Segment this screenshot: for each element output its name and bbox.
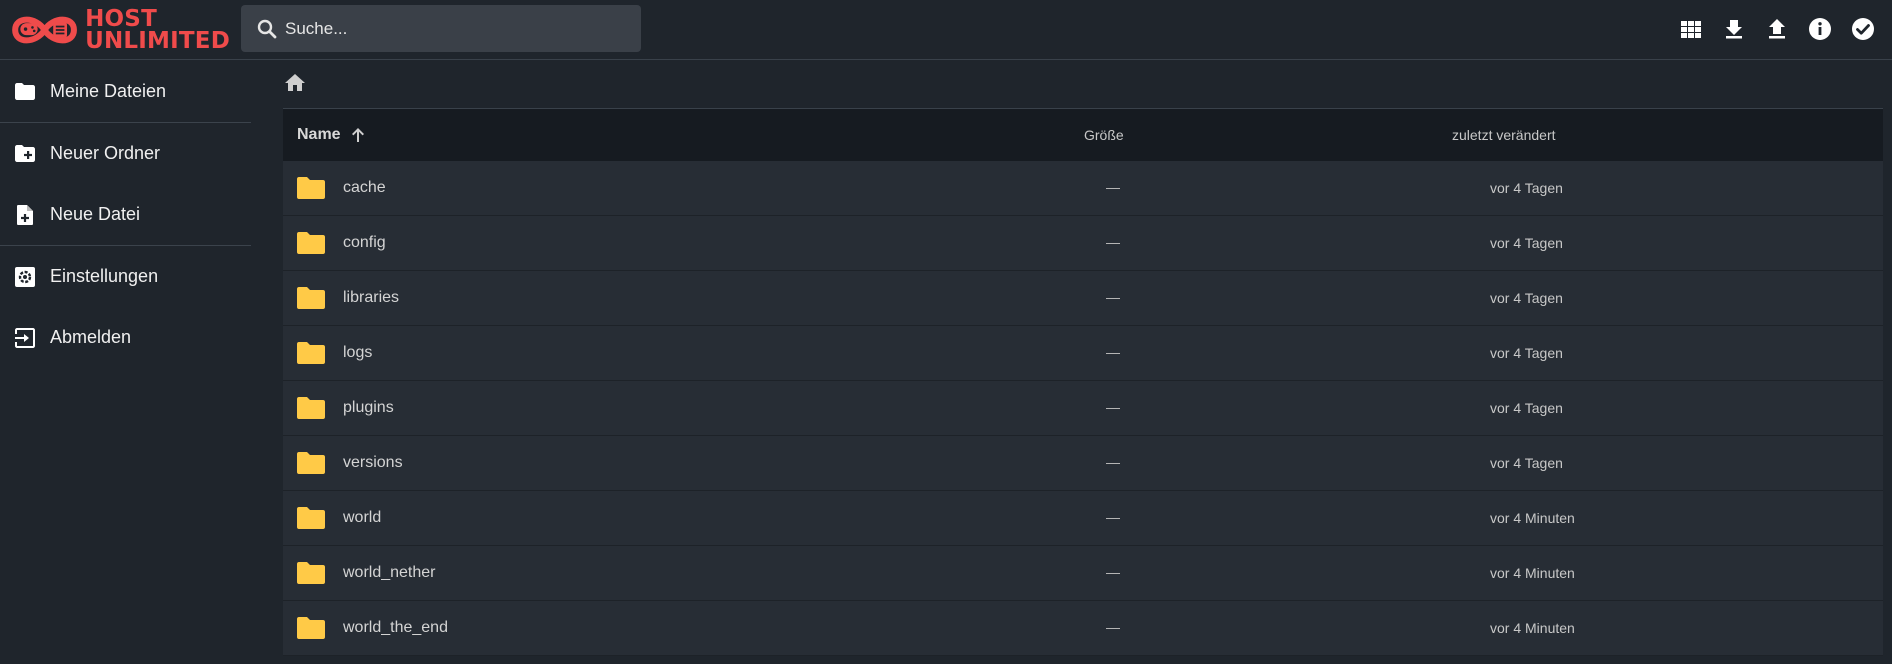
- file-name: world: [343, 509, 382, 526]
- brand-line2: UNLIMITED: [85, 28, 230, 54]
- table-row[interactable]: libraries — vor 4 Tagen: [283, 271, 1883, 326]
- search-box[interactable]: [241, 5, 641, 52]
- file-name: cache: [343, 179, 386, 196]
- sidebar-item-label: Einstellungen: [50, 266, 159, 286]
- file-modified: vor 4 Minuten: [1490, 565, 1575, 581]
- sidebar-item-my-files[interactable]: Meine Dateien: [0, 61, 251, 122]
- search-icon: [257, 19, 277, 38]
- table-row[interactable]: plugins — vor 4 Tagen: [283, 381, 1883, 436]
- file-modified: vor 4 Minuten: [1490, 510, 1575, 526]
- grid-view-icon: [1681, 21, 1701, 38]
- table-row[interactable]: cache — vor 4 Tagen: [283, 161, 1883, 216]
- column-header-name[interactable]: Name: [297, 125, 368, 145]
- download-button[interactable]: [1719, 14, 1749, 44]
- file-modified: vor 4 Tagen: [1490, 345, 1563, 361]
- select-all-icon: [1852, 18, 1874, 40]
- file-size: —: [1106, 399, 1120, 415]
- sidebar-item-label: Meine Dateien: [50, 81, 167, 101]
- file-size: —: [1106, 454, 1120, 470]
- brand-logo[interactable]: HOST UNLIMITED: [10, 6, 230, 54]
- table-row[interactable]: logs — vor 4 Tagen: [283, 326, 1883, 381]
- brand-name: HOST UNLIMITED: [85, 6, 230, 54]
- sidebar-item-label: Abmelden: [50, 327, 132, 347]
- file-modified: vor 4 Tagen: [1490, 455, 1563, 471]
- new-folder-icon: [15, 144, 35, 162]
- file-size: —: [1106, 564, 1120, 580]
- select-all-button[interactable]: [1848, 14, 1878, 44]
- folder-icon: [297, 507, 325, 529]
- file-name: world_nether: [343, 564, 436, 581]
- table-row[interactable]: world — vor 4 Minuten: [283, 491, 1883, 546]
- folder-icon: [297, 617, 325, 639]
- column-header-modified[interactable]: zuletzt verändert: [1452, 127, 1556, 143]
- file-table: Name Größe zuletzt verändert cache — vor…: [283, 109, 1883, 656]
- table-row[interactable]: versions — vor 4 Tagen: [283, 436, 1883, 491]
- sidebar-item-label: Neue Datei: [50, 204, 141, 224]
- sidebar-item-settings[interactable]: Einstellungen: [0, 246, 251, 307]
- folder-icon: [297, 562, 325, 584]
- column-header-name-label: Name: [297, 126, 341, 143]
- breadcrumb-home[interactable]: [283, 71, 307, 95]
- grid-view-button[interactable]: [1676, 14, 1706, 44]
- upload-button[interactable]: [1762, 14, 1792, 44]
- sidebar: Meine Dateien Neuer Ordner Neue Datei Ei…: [0, 61, 251, 664]
- file-size: —: [1106, 234, 1120, 250]
- top-bar: HOST UNLIMITED: [0, 0, 1892, 60]
- settings-icon: [15, 266, 35, 287]
- upload-icon: [1769, 19, 1785, 39]
- search-input[interactable]: [285, 8, 641, 49]
- file-size: —: [1106, 179, 1120, 195]
- file-name: world_the_end: [343, 619, 448, 636]
- folder-icon: [297, 232, 325, 254]
- file-modified: vor 4 Tagen: [1490, 180, 1563, 196]
- header-actions: [1676, 14, 1878, 44]
- table-row[interactable]: world_nether — vor 4 Minuten: [283, 546, 1883, 601]
- file-size: —: [1106, 619, 1120, 635]
- sidebar-item-logout[interactable]: Abmelden: [0, 307, 251, 368]
- file-name: config: [343, 234, 386, 251]
- table-header: Name Größe zuletzt verändert: [283, 109, 1883, 161]
- file-modified: vor 4 Tagen: [1490, 290, 1563, 306]
- folder-icon: [297, 342, 325, 364]
- file-modified: vor 4 Tagen: [1490, 400, 1563, 416]
- folder-icon: [15, 82, 35, 100]
- new-file-icon: [17, 204, 33, 225]
- folder-icon: [297, 397, 325, 419]
- table-row[interactable]: world_the_end — vor 4 Minuten: [283, 601, 1883, 656]
- home-icon: [285, 74, 305, 91]
- file-modified: vor 4 Tagen: [1490, 235, 1563, 251]
- infinity-gamepad-icon: [12, 16, 77, 44]
- file-modified: vor 4 Minuten: [1490, 620, 1575, 636]
- file-browser: Name Größe zuletzt verändert cache — vor…: [251, 61, 1892, 664]
- column-header-size[interactable]: Größe: [1084, 127, 1124, 143]
- folder-icon: [297, 287, 325, 309]
- sort-ascending-icon: [351, 128, 364, 142]
- download-icon: [1726, 20, 1742, 39]
- file-name: plugins: [343, 399, 394, 416]
- table-row[interactable]: config — vor 4 Tagen: [283, 216, 1883, 271]
- file-name: libraries: [343, 289, 400, 306]
- file-size: —: [1106, 289, 1120, 305]
- sidebar-item-label: Neuer Ordner: [50, 143, 161, 163]
- info-icon: [1809, 18, 1831, 40]
- file-size: —: [1106, 344, 1120, 360]
- sidebar-item-new-file[interactable]: Neue Datei: [0, 184, 251, 245]
- folder-icon: [297, 177, 325, 199]
- info-button[interactable]: [1805, 14, 1835, 44]
- file-name: versions: [343, 454, 403, 471]
- file-name: logs: [343, 344, 373, 361]
- sidebar-item-new-folder[interactable]: Neuer Ordner: [0, 123, 251, 184]
- file-size: —: [1106, 509, 1120, 525]
- brand-line1: HOST: [85, 6, 157, 32]
- logout-icon: [15, 327, 35, 348]
- folder-icon: [297, 452, 325, 474]
